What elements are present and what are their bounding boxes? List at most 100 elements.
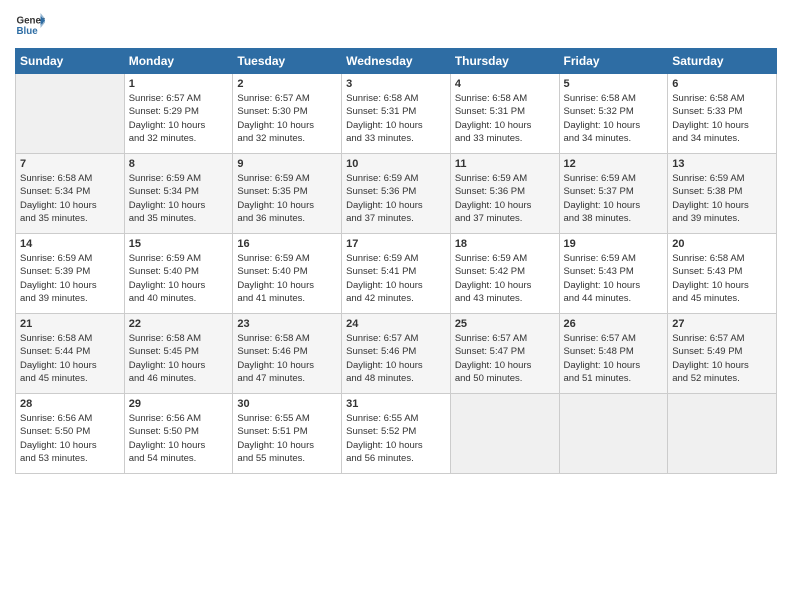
calendar-cell: 14 Sunrise: 6:59 AMSunset: 5:39 PMDayligh… xyxy=(16,234,125,314)
day-number: 23 xyxy=(237,318,337,330)
calendar-header-row: SundayMondayTuesdayWednesdayThursdayFrid… xyxy=(16,49,777,74)
svg-text:Blue: Blue xyxy=(17,26,39,37)
calendar-cell: 2 Sunrise: 6:57 AMSunset: 5:30 PMDaylight… xyxy=(233,74,342,154)
calendar-cell: 9 Sunrise: 6:59 AMSunset: 5:35 PMDaylight… xyxy=(233,154,342,234)
day-number: 18 xyxy=(455,238,555,250)
logo-icon: General Blue xyxy=(15,10,45,40)
calendar-cell: 22 Sunrise: 6:58 AMSunset: 5:45 PMDayligh… xyxy=(124,314,233,394)
day-number: 17 xyxy=(346,238,446,250)
cell-info: Sunrise: 6:58 AMSunset: 5:43 PMDaylight:… xyxy=(672,252,772,305)
day-number: 4 xyxy=(455,78,555,90)
calendar-cell: 17 Sunrise: 6:59 AMSunset: 5:41 PMDayligh… xyxy=(342,234,451,314)
calendar-cell: 3 Sunrise: 6:58 AMSunset: 5:31 PMDaylight… xyxy=(342,74,451,154)
calendar-cell: 18 Sunrise: 6:59 AMSunset: 5:42 PMDayligh… xyxy=(450,234,559,314)
cell-info: Sunrise: 6:58 AMSunset: 5:33 PMDaylight:… xyxy=(672,92,772,145)
calendar-cell: 8 Sunrise: 6:59 AMSunset: 5:34 PMDaylight… xyxy=(124,154,233,234)
day-number: 16 xyxy=(237,238,337,250)
calendar-cell xyxy=(559,394,668,474)
day-number: 2 xyxy=(237,78,337,90)
calendar-cell: 13 Sunrise: 6:59 AMSunset: 5:38 PMDayligh… xyxy=(668,154,777,234)
week-row-2: 14 Sunrise: 6:59 AMSunset: 5:39 PMDayligh… xyxy=(16,234,777,314)
calendar-cell xyxy=(450,394,559,474)
cell-info: Sunrise: 6:59 AMSunset: 5:38 PMDaylight:… xyxy=(672,172,772,225)
calendar-cell: 7 Sunrise: 6:58 AMSunset: 5:34 PMDaylight… xyxy=(16,154,125,234)
day-number: 27 xyxy=(672,318,772,330)
calendar-table: SundayMondayTuesdayWednesdayThursdayFrid… xyxy=(15,48,777,474)
cell-info: Sunrise: 6:57 AMSunset: 5:29 PMDaylight:… xyxy=(129,92,229,145)
header-tuesday: Tuesday xyxy=(233,49,342,74)
calendar-cell: 15 Sunrise: 6:59 AMSunset: 5:40 PMDayligh… xyxy=(124,234,233,314)
day-number: 8 xyxy=(129,158,229,170)
calendar-cell: 11 Sunrise: 6:59 AMSunset: 5:36 PMDayligh… xyxy=(450,154,559,234)
day-number: 7 xyxy=(20,158,120,170)
header-friday: Friday xyxy=(559,49,668,74)
cell-info: Sunrise: 6:57 AMSunset: 5:46 PMDaylight:… xyxy=(346,332,446,385)
header-thursday: Thursday xyxy=(450,49,559,74)
cell-info: Sunrise: 6:59 AMSunset: 5:40 PMDaylight:… xyxy=(129,252,229,305)
calendar-cell: 24 Sunrise: 6:57 AMSunset: 5:46 PMDayligh… xyxy=(342,314,451,394)
day-number: 15 xyxy=(129,238,229,250)
cell-info: Sunrise: 6:58 AMSunset: 5:34 PMDaylight:… xyxy=(20,172,120,225)
day-number: 13 xyxy=(672,158,772,170)
cell-info: Sunrise: 6:58 AMSunset: 5:31 PMDaylight:… xyxy=(346,92,446,145)
cell-info: Sunrise: 6:59 AMSunset: 5:39 PMDaylight:… xyxy=(20,252,120,305)
logo: General Blue xyxy=(15,10,45,40)
cell-info: Sunrise: 6:57 AMSunset: 5:47 PMDaylight:… xyxy=(455,332,555,385)
cell-info: Sunrise: 6:58 AMSunset: 5:44 PMDaylight:… xyxy=(20,332,120,385)
calendar-cell: 27 Sunrise: 6:57 AMSunset: 5:49 PMDayligh… xyxy=(668,314,777,394)
cell-info: Sunrise: 6:59 AMSunset: 5:41 PMDaylight:… xyxy=(346,252,446,305)
week-row-0: 1 Sunrise: 6:57 AMSunset: 5:29 PMDaylight… xyxy=(16,74,777,154)
calendar-cell xyxy=(668,394,777,474)
calendar-cell: 16Sunrise: 6:59 AMSunset: 5:40 PMDayligh… xyxy=(233,234,342,314)
calendar-body: 1 Sunrise: 6:57 AMSunset: 5:29 PMDaylight… xyxy=(16,74,777,474)
day-number: 20 xyxy=(672,238,772,250)
cell-info: Sunrise: 6:55 AMSunset: 5:51 PMDaylight:… xyxy=(237,412,337,465)
cell-info: Sunrise: 6:59 AMSunset: 5:37 PMDaylight:… xyxy=(564,172,664,225)
header-monday: Monday xyxy=(124,49,233,74)
cell-info: Sunrise: 6:59 AMSunset: 5:35 PMDaylight:… xyxy=(237,172,337,225)
week-row-1: 7 Sunrise: 6:58 AMSunset: 5:34 PMDaylight… xyxy=(16,154,777,234)
day-number: 29 xyxy=(129,398,229,410)
page-header: General Blue xyxy=(15,10,777,40)
day-number: 11 xyxy=(455,158,555,170)
calendar-cell: 12Sunrise: 6:59 AMSunset: 5:37 PMDayligh… xyxy=(559,154,668,234)
cell-info: Sunrise: 6:56 AMSunset: 5:50 PMDaylight:… xyxy=(20,412,120,465)
calendar-cell: 19Sunrise: 6:59 AMSunset: 5:43 PMDayligh… xyxy=(559,234,668,314)
day-number: 22 xyxy=(129,318,229,330)
day-number: 30 xyxy=(237,398,337,410)
day-number: 19 xyxy=(564,238,664,250)
day-number: 10 xyxy=(346,158,446,170)
cell-info: Sunrise: 6:57 AMSunset: 5:49 PMDaylight:… xyxy=(672,332,772,385)
calendar-cell: 20 Sunrise: 6:58 AMSunset: 5:43 PMDayligh… xyxy=(668,234,777,314)
cell-info: Sunrise: 6:59 AMSunset: 5:34 PMDaylight:… xyxy=(129,172,229,225)
day-number: 24 xyxy=(346,318,446,330)
calendar-cell: 25Sunrise: 6:57 AMSunset: 5:47 PMDayligh… xyxy=(450,314,559,394)
calendar-cell: 29Sunrise: 6:56 AMSunset: 5:50 PMDayligh… xyxy=(124,394,233,474)
day-number: 5 xyxy=(564,78,664,90)
calendar-cell: 26Sunrise: 6:57 AMSunset: 5:48 PMDayligh… xyxy=(559,314,668,394)
calendar-cell: 23 Sunrise: 6:58 AMSunset: 5:46 PMDayligh… xyxy=(233,314,342,394)
day-number: 9 xyxy=(237,158,337,170)
cell-info: Sunrise: 6:58 AMSunset: 5:32 PMDaylight:… xyxy=(564,92,664,145)
cell-info: Sunrise: 6:57 AMSunset: 5:30 PMDaylight:… xyxy=(237,92,337,145)
calendar-cell: 30 Sunrise: 6:55 AMSunset: 5:51 PMDayligh… xyxy=(233,394,342,474)
day-number: 6 xyxy=(672,78,772,90)
calendar-cell: 10Sunrise: 6:59 AMSunset: 5:36 PMDayligh… xyxy=(342,154,451,234)
week-row-3: 21Sunrise: 6:58 AMSunset: 5:44 PMDayligh… xyxy=(16,314,777,394)
day-number: 14 xyxy=(20,238,120,250)
cell-info: Sunrise: 6:58 AMSunset: 5:31 PMDaylight:… xyxy=(455,92,555,145)
calendar-cell: 21Sunrise: 6:58 AMSunset: 5:44 PMDayligh… xyxy=(16,314,125,394)
day-number: 1 xyxy=(129,78,229,90)
calendar-cell: 31Sunrise: 6:55 AMSunset: 5:52 PMDayligh… xyxy=(342,394,451,474)
calendar-cell: 1 Sunrise: 6:57 AMSunset: 5:29 PMDaylight… xyxy=(124,74,233,154)
day-number: 3 xyxy=(346,78,446,90)
calendar-cell xyxy=(16,74,125,154)
day-number: 28 xyxy=(20,398,120,410)
cell-info: Sunrise: 6:58 AMSunset: 5:46 PMDaylight:… xyxy=(237,332,337,385)
cell-info: Sunrise: 6:58 AMSunset: 5:45 PMDaylight:… xyxy=(129,332,229,385)
day-number: 31 xyxy=(346,398,446,410)
cell-info: Sunrise: 6:59 AMSunset: 5:36 PMDaylight:… xyxy=(455,172,555,225)
calendar-cell: 28 Sunrise: 6:56 AMSunset: 5:50 PMDayligh… xyxy=(16,394,125,474)
cell-info: Sunrise: 6:59 AMSunset: 5:42 PMDaylight:… xyxy=(455,252,555,305)
calendar-cell: 5 Sunrise: 6:58 AMSunset: 5:32 PMDaylight… xyxy=(559,74,668,154)
